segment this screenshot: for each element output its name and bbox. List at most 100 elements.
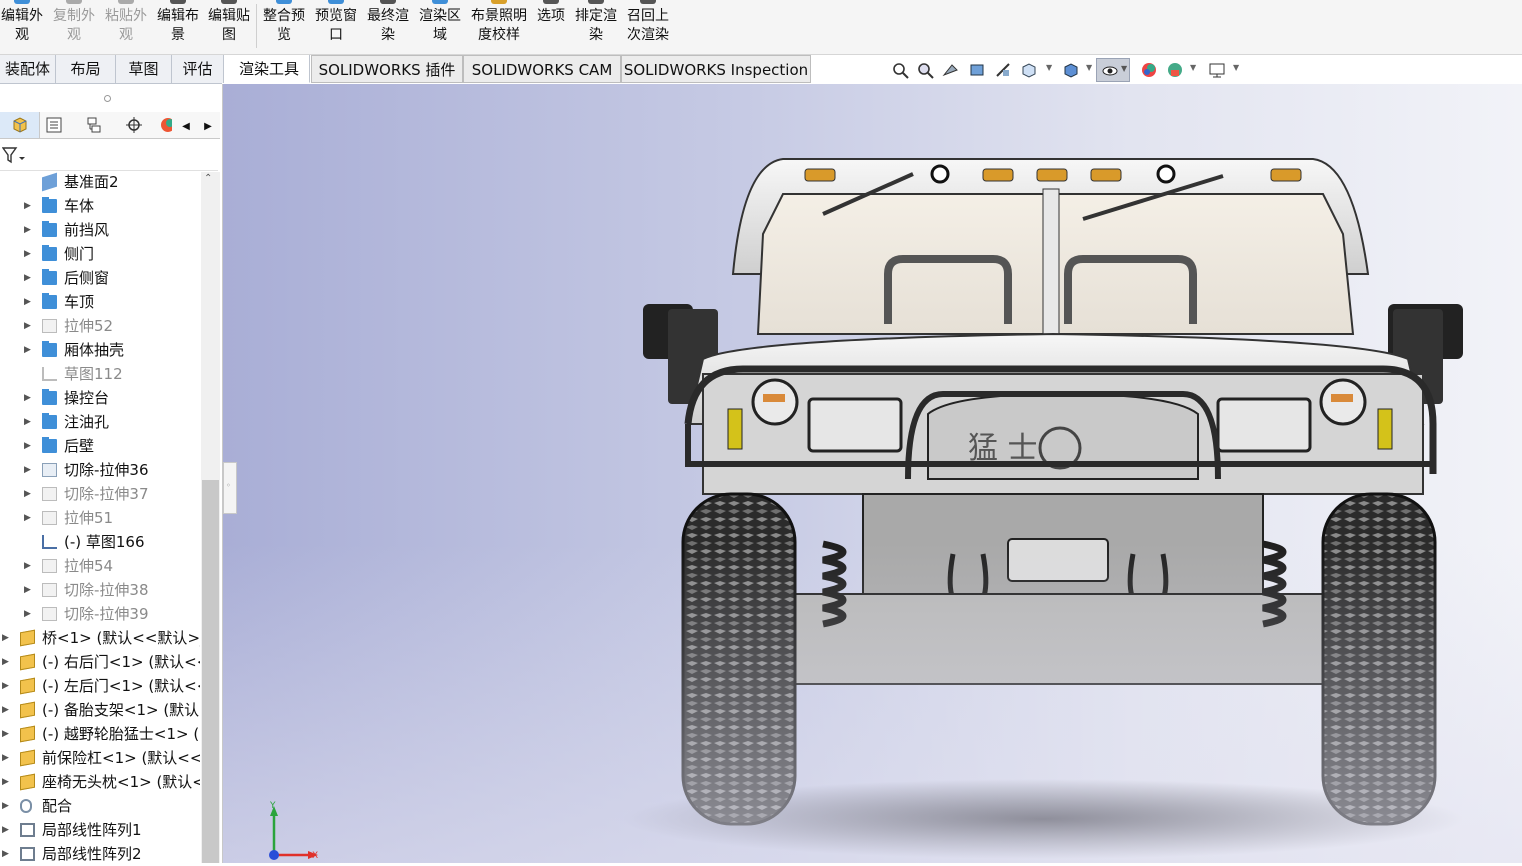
tree-item[interactable]: ▶ 注油孔	[0, 410, 200, 434]
previous-view-icon[interactable]	[942, 61, 960, 79]
tree-item[interactable]: ▶ 桥<1> (默认<<默认>_	[0, 626, 200, 650]
edit-appearance-button[interactable]: 编辑外观	[0, 0, 44, 54]
tree-item[interactable]: ▶ 拉伸51	[0, 506, 200, 530]
options-button[interactable]: 选项	[536, 0, 566, 54]
tree-item[interactable]: ▶ 前保险杠<1> (默认<<默	[0, 746, 200, 770]
apply-scene-dropdown-icon[interactable]: ▼	[1190, 63, 1196, 72]
tree-item[interactable]: ▶ 后壁	[0, 434, 200, 458]
paste-appearance-button[interactable]: 粘贴外观	[104, 0, 148, 54]
expand-arrow-icon[interactable]: ▶	[24, 554, 31, 578]
tree-item[interactable]: ▶ 局部线性阵列1	[0, 818, 200, 842]
section-view-icon[interactable]	[968, 61, 986, 79]
expand-arrow-icon[interactable]: ▶	[2, 842, 9, 866]
expand-arrow-icon[interactable]: ▶	[2, 770, 9, 794]
integrated-preview-button[interactable]: 整合预览	[262, 0, 306, 54]
expand-arrow-icon[interactable]: ▶	[2, 722, 9, 746]
tab-assembly[interactable]: 装配体	[0, 55, 56, 83]
tree-item[interactable]: ▶ 切除-拉伸36	[0, 458, 200, 482]
tabs-scroll-right[interactable]: ▶	[198, 112, 218, 138]
expand-arrow-icon[interactable]: ▶	[24, 434, 31, 458]
view-settings-dropdown-icon[interactable]: ▼	[1233, 63, 1239, 72]
display-style-dropdown-icon[interactable]: ▼	[1086, 63, 1092, 72]
edit-decal-button[interactable]: 编辑贴图	[207, 0, 251, 54]
tree-item[interactable]: ▶ 后侧窗	[0, 266, 200, 290]
expand-arrow-icon[interactable]: ▶	[2, 794, 9, 818]
copy-appearance-button[interactable]: 复制外观	[52, 0, 96, 54]
display-manager-tab[interactable]	[156, 112, 175, 138]
tree-item[interactable]: ▶ (-) 备胎支架<1> (默认<	[0, 698, 200, 722]
schedule-render-button[interactable]: 排定渲染	[574, 0, 618, 54]
zoom-to-fit-icon[interactable]	[891, 61, 909, 79]
tree-item[interactable]: ▶ 车体	[0, 194, 200, 218]
expand-arrow-icon[interactable]: ▶	[24, 266, 31, 290]
apply-scene-icon[interactable]	[1166, 61, 1184, 79]
tree-item[interactable]: ▶ 拉伸54	[0, 554, 200, 578]
expand-arrow-icon[interactable]: ▶	[24, 314, 31, 338]
expand-arrow-icon[interactable]: ▶	[24, 602, 31, 626]
tree-item[interactable]: ▶ 局部线性阵列2	[0, 842, 200, 866]
hide-show-items-button[interactable]: ▼	[1096, 58, 1130, 82]
tree-item[interactable]: ▶ 厢体抽壳	[0, 338, 200, 362]
tab-evaluate[interactable]: 评估	[172, 55, 224, 83]
expand-arrow-icon[interactable]: ▶	[2, 674, 9, 698]
expand-arrow-icon[interactable]: ▶	[24, 338, 31, 362]
tree-item[interactable]: 基准面2	[0, 170, 200, 194]
tree-item[interactable]: ▶ (-) 左后门<1> (默认<<	[0, 674, 200, 698]
zoom-to-area-icon[interactable]	[916, 61, 934, 79]
tab-sketch[interactable]: 草图	[116, 55, 172, 83]
expand-arrow-icon[interactable]: ▶	[24, 290, 31, 314]
expand-arrow-icon[interactable]: ▶	[24, 458, 31, 482]
tab-render-tools[interactable]: 渲染工具	[229, 55, 310, 83]
tree-item[interactable]: ▶ 切除-拉伸39	[0, 602, 200, 626]
scroll-up-arrow[interactable]: ⌃	[204, 173, 212, 184]
graphics-area[interactable]: 猛 士	[223, 84, 1522, 863]
tree-item[interactable]: ▶ 拉伸52	[0, 314, 200, 338]
expand-arrow-icon[interactable]: ▶	[24, 242, 31, 266]
final-render-button[interactable]: 最终渲染	[366, 0, 410, 54]
preview-window-button[interactable]: 预览窗口	[314, 0, 358, 54]
tab-solidworks-addins[interactable]: SOLIDWORKS 插件	[311, 55, 463, 83]
expand-arrow-icon[interactable]: ▶	[2, 698, 9, 722]
view-orientation-icon[interactable]	[1020, 61, 1038, 79]
render-region-button[interactable]: 渲染区域	[418, 0, 462, 54]
expand-arrow-icon[interactable]: ▶	[24, 410, 31, 434]
tab-layout[interactable]: 布局	[56, 55, 116, 83]
dynamic-annotation-icon[interactable]	[994, 61, 1012, 79]
panel-collapse-handle[interactable]: ◦	[223, 462, 237, 514]
recall-last-render-button[interactable]: 召回上 次渲染	[626, 0, 670, 54]
tree-item[interactable]: ▶ 座椅无头枕<1> (默认<	[0, 770, 200, 794]
expand-arrow-icon[interactable]: ▶	[2, 626, 9, 650]
tree-item[interactable]: ▶ 配合	[0, 794, 200, 818]
edit-appearance-icon[interactable]	[1140, 61, 1158, 79]
tree-item[interactable]: ▶ 操控台	[0, 386, 200, 410]
panel-grip-handle[interactable]	[104, 95, 111, 102]
tree-item[interactable]: ▶ 切除-拉伸38	[0, 578, 200, 602]
tree-item[interactable]: 草图112	[0, 362, 200, 386]
tree-item[interactable]: ▶ (-) 越野轮胎猛士<1> (D	[0, 722, 200, 746]
expand-arrow-icon[interactable]: ▶	[2, 818, 9, 842]
tree-item[interactable]: ▶ (-) 右后门<1> (默认<<	[0, 650, 200, 674]
tree-item[interactable]: ▶ 切除-拉伸37	[0, 482, 200, 506]
expand-arrow-icon[interactable]: ▶	[24, 482, 31, 506]
display-style-icon[interactable]	[1062, 61, 1080, 79]
expand-arrow-icon[interactable]: ▶	[24, 194, 31, 218]
tree-item[interactable]: ▶ 侧门	[0, 242, 200, 266]
tree-item[interactable]: ▶ 车顶	[0, 290, 200, 314]
tab-solidworks-inspection[interactable]: SOLIDWORKS Inspection	[621, 55, 811, 83]
view-settings-icon[interactable]	[1208, 61, 1226, 79]
expand-arrow-icon[interactable]: ▶	[2, 650, 9, 674]
expand-arrow-icon[interactable]: ▶	[24, 386, 31, 410]
tabs-scroll-left[interactable]: ◀	[176, 112, 196, 138]
view-orientation-dropdown-icon[interactable]: ▼	[1046, 63, 1052, 72]
expand-arrow-icon[interactable]: ▶	[2, 746, 9, 770]
scene-illumination-proof-button[interactable]: 布景照明 度校样	[470, 0, 528, 54]
configuration-manager-tab[interactable]	[74, 112, 114, 138]
tree-item[interactable]: ▶ 前挡风	[0, 218, 200, 242]
expand-arrow-icon[interactable]: ▶	[24, 218, 31, 242]
expand-arrow-icon[interactable]: ▶	[24, 506, 31, 530]
edit-scene-button[interactable]: 编辑布景	[156, 0, 200, 54]
tree-scrollbar-thumb[interactable]	[202, 480, 219, 863]
dimxpert-manager-tab[interactable]	[114, 112, 154, 138]
tree-item[interactable]: (-) 草图166	[0, 530, 200, 554]
expand-arrow-icon[interactable]: ▶	[24, 578, 31, 602]
